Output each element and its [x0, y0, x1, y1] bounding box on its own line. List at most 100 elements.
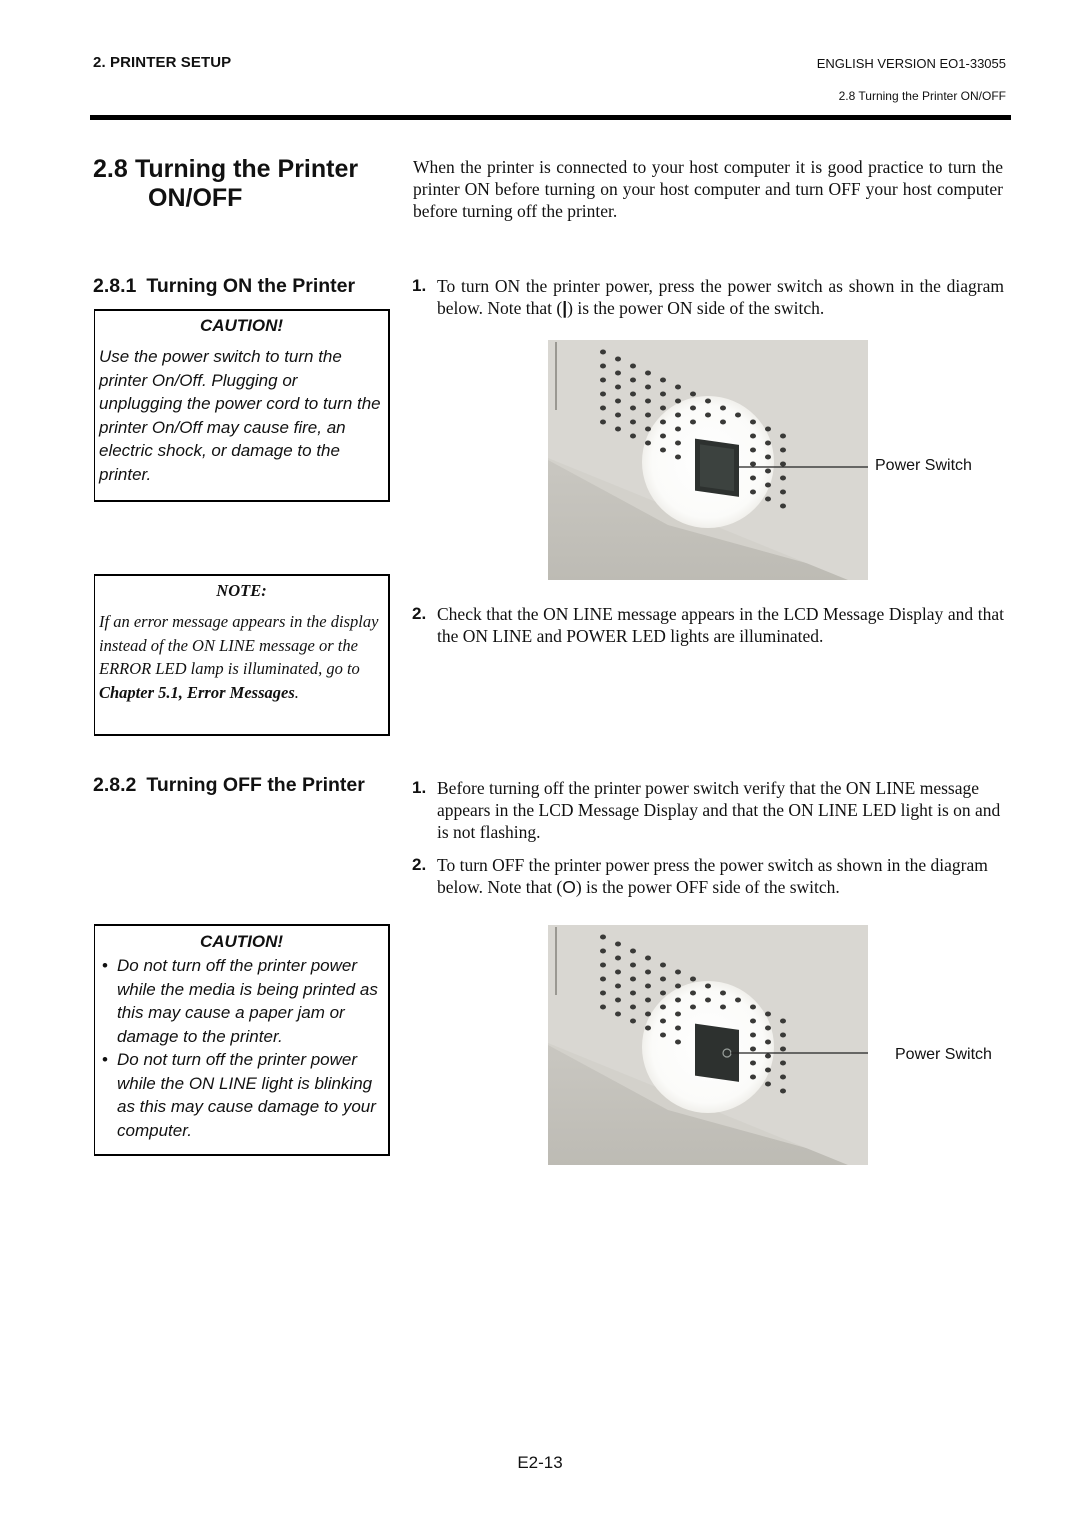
- vent-hole: [630, 433, 636, 439]
- power-switch-label: Power Switch: [875, 457, 972, 474]
- on-step-2: 2. Check that the ON LINE message appear…: [412, 603, 1004, 647]
- vent-hole: [675, 454, 681, 460]
- note-text-end: .: [294, 682, 299, 702]
- vent-hole: [660, 377, 666, 383]
- vent-hole: [660, 976, 666, 982]
- vent-hole: [600, 363, 606, 369]
- vent-hole: [615, 997, 621, 1003]
- vent-hole: [750, 461, 756, 467]
- off-step-1: 1. Before turning off the printer power …: [412, 777, 1004, 843]
- vent-hole: [600, 419, 606, 425]
- vent-hole: [750, 489, 756, 495]
- caution-bullet-text: Do not turn off the printer power while …: [117, 1050, 376, 1140]
- vent-hole: [600, 405, 606, 411]
- vent-hole: [660, 391, 666, 397]
- vent-hole: [705, 398, 711, 404]
- vent-hole: [600, 990, 606, 996]
- vent-hole: [600, 1004, 606, 1010]
- step-number: 2.: [412, 855, 427, 874]
- vent-hole: [765, 440, 771, 446]
- vent-hole: [765, 468, 771, 474]
- vent-hole: [615, 356, 621, 362]
- vent-hole: [780, 475, 786, 481]
- vent-hole: [765, 1039, 771, 1045]
- vent-hole: [750, 447, 756, 453]
- vent-hole: [675, 997, 681, 1003]
- vent-hole: [735, 997, 741, 1003]
- vent-hole: [645, 440, 651, 446]
- vent-hole: [660, 405, 666, 411]
- vent-hole: [615, 426, 621, 432]
- chapter-reference-link[interactable]: Chapter 5.1, Error Messages: [99, 683, 295, 702]
- vent-hole: [705, 983, 711, 989]
- vent-hole: [645, 384, 651, 390]
- vent-hole: [765, 496, 771, 502]
- vent-hole: [615, 370, 621, 376]
- vent-hole: [750, 1032, 756, 1038]
- vent-hole: [720, 405, 726, 411]
- step-number: 1.: [412, 276, 427, 295]
- vent-hole: [630, 962, 636, 968]
- vent-hole: [660, 447, 666, 453]
- vent-hole: [765, 1067, 771, 1073]
- vent-hole: [750, 1046, 756, 1052]
- vent-hole: [780, 1088, 786, 1094]
- vent-hole: [675, 384, 681, 390]
- step-number: 2.: [412, 604, 427, 623]
- power-switch-label: Power Switch: [895, 1046, 992, 1063]
- vent-hole: [600, 391, 606, 397]
- vent-hole: [615, 412, 621, 418]
- vent-hole: [600, 349, 606, 355]
- caution-box-off: CAUTION! • Do not turn off the printer po…: [94, 924, 390, 1156]
- vent-hole: [780, 461, 786, 467]
- vent-hole: [690, 976, 696, 982]
- vent-hole: [615, 983, 621, 989]
- vent-hole: [660, 962, 666, 968]
- vent-hole: [600, 377, 606, 383]
- vent-hole: [645, 370, 651, 376]
- vent-hole: [780, 503, 786, 509]
- off-step-2: 2. To turn OFF the printer power press t…: [412, 854, 1004, 898]
- subheading-turning-off: 2.8.2 Turning OFF the Printer: [93, 774, 365, 797]
- step-text: Check that the ON LINE message appears i…: [437, 604, 1004, 646]
- vent-hole: [750, 1018, 756, 1024]
- vent-hole: [645, 426, 651, 432]
- vent-hole: [720, 1004, 726, 1010]
- vent-hole: [660, 433, 666, 439]
- caution-bullet-text: Do not turn off the printer power while …: [117, 956, 378, 1046]
- vent-hole: [615, 384, 621, 390]
- vent-hole: [645, 983, 651, 989]
- vent-hole: [615, 969, 621, 975]
- vent-hole: [750, 1074, 756, 1080]
- vent-hole: [645, 1025, 651, 1031]
- vent-hole: [630, 419, 636, 425]
- power-switch-photo-off: [548, 925, 868, 1165]
- vent-hole: [600, 976, 606, 982]
- bullet-icon: •: [102, 956, 108, 975]
- step-text: Before turning off the printer power swi…: [437, 778, 1001, 842]
- step-text-after: ) is the power OFF side of the switch.: [575, 877, 840, 897]
- subheading-title: Turning OFF the Printer: [146, 774, 365, 796]
- vent-hole: [675, 983, 681, 989]
- subheading-number: 2.8.2: [93, 774, 137, 796]
- subheading-title: Turning ON the Printer: [146, 275, 356, 297]
- vent-hole: [750, 419, 756, 425]
- vent-hole: [780, 1018, 786, 1024]
- page-title: 2.8 Turning the Printer ON/OFF: [93, 155, 358, 213]
- vent-hole: [675, 1025, 681, 1031]
- vent-hole: [645, 969, 651, 975]
- vent-hole: [765, 454, 771, 460]
- vent-hole: [630, 363, 636, 369]
- vent-hole: [780, 433, 786, 439]
- vent-hole: [780, 1074, 786, 1080]
- vent-hole: [690, 405, 696, 411]
- caution-bullet: • Do not turn off the printer power while…: [99, 1048, 384, 1142]
- vent-hole: [765, 1011, 771, 1017]
- vent-hole: [720, 419, 726, 425]
- header-version: ENGLISH VERSION EO1-33055: [816, 56, 1006, 71]
- vent-hole: [780, 1046, 786, 1052]
- power-switch-photo-on: [548, 340, 868, 580]
- vent-hole: [780, 447, 786, 453]
- intro-paragraph: When the printer is connected to your ho…: [413, 157, 1003, 221]
- vent-hole: [630, 976, 636, 982]
